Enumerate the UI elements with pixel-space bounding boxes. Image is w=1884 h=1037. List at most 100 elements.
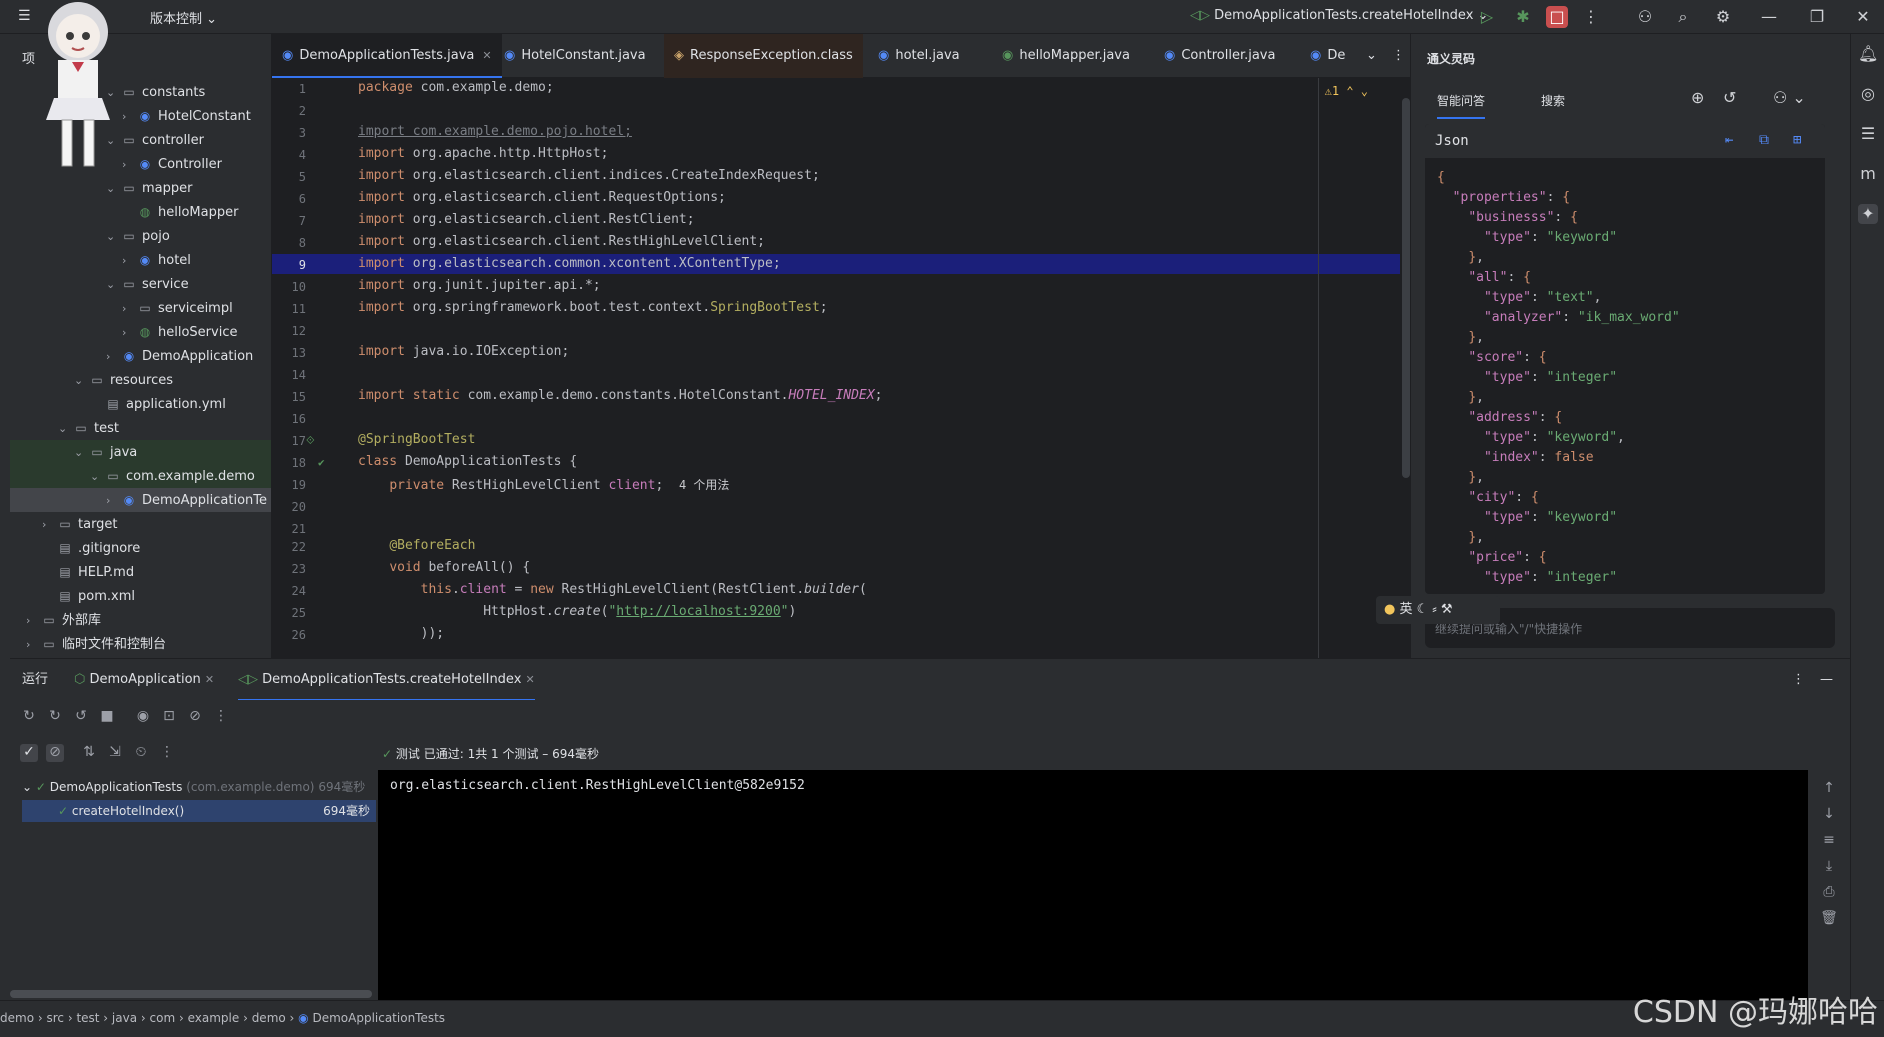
expand-arrow-icon[interactable]: › [106, 345, 120, 369]
tree-item[interactable]: › ▭ target [10, 512, 271, 537]
show-ignored-icon[interactable]: ⊘ [46, 744, 64, 762]
toggle-autotest-icon[interactable]: ↺ [72, 708, 90, 726]
tab-search[interactable]: 搜索 [1541, 92, 1565, 109]
stop-icon[interactable]: □ [1546, 6, 1568, 28]
tab-de[interactable]: ◉ De [1300, 34, 1355, 78]
tree-item[interactable]: ⌄ ▭ resources [10, 368, 271, 393]
breadcrumb-item[interactable]: java [112, 1011, 137, 1025]
new-chat-icon[interactable]: ⊕ [1691, 88, 1704, 107]
tab-demoapplicationtests[interactable]: ◉ DemoApplicationTests.java ✕ [272, 34, 502, 78]
add-user-icon[interactable]: ⚇ [1634, 6, 1656, 28]
run-tab-createhotelindex[interactable]: ◁▷ DemoApplicationTests.createHotelIndex… [238, 659, 535, 701]
tree-item[interactable]: › ◉ DemoApplication [10, 344, 271, 369]
tree-item[interactable]: › ▭ serviceimpl [10, 296, 271, 321]
debug-icon[interactable]: ✱ [1512, 6, 1534, 28]
collapse-icon[interactable]: ⇲ [106, 744, 124, 762]
scroll-to-end-icon[interactable]: ⤓ [1820, 858, 1838, 876]
expand-arrow-icon[interactable]: › [122, 297, 136, 321]
localhost-url[interactable]: http://localhost:9200 [616, 604, 780, 619]
run-config-selector[interactable]: ◁▷ DemoApplicationTests.createHotelIndex… [1190, 8, 1488, 23]
tree-item[interactable]: ▤ HELP.md [10, 560, 271, 584]
tree-item[interactable]: ▤ application.yml [10, 392, 271, 416]
print-icon[interactable]: ⎙ [1820, 884, 1838, 902]
usage-hint[interactable]: 4 个用法 [679, 478, 729, 492]
run-panel-minimize-icon[interactable]: — [1820, 659, 1833, 701]
editor-scrollbar[interactable] [1402, 98, 1410, 478]
tab-controller[interactable]: ◉ Controller.java [1154, 34, 1285, 78]
run-tab-demoapplication[interactable]: ⬡ DemoApplication ✕ [74, 659, 214, 701]
snapshot-icon[interactable]: ◉ [134, 708, 152, 726]
close-run-tab-icon[interactable]: ✕ [526, 673, 535, 686]
test-toolbar-more-icon[interactable]: ⋮ [158, 744, 176, 762]
expand-arrow-icon[interactable]: › [26, 633, 40, 657]
tree-item[interactable]: ⌄ ▭ pojo [10, 224, 271, 249]
copy-icon[interactable]: ⧉ [1759, 132, 1769, 148]
close-tab-icon[interactable]: ✕ [482, 49, 491, 62]
tree-item[interactable]: ⌄ ▭ java [10, 440, 271, 465]
breadcrumb-item[interactable]: test [76, 1011, 99, 1025]
minimize-icon[interactable]: — [1758, 6, 1780, 28]
run-icon[interactable]: ▷ [1476, 6, 1498, 28]
soft-wrap-icon[interactable]: ≡ [1820, 832, 1838, 850]
spring-bean-icon[interactable]: ⟐ [306, 434, 315, 448]
expand-arrow-icon[interactable]: › [106, 489, 120, 513]
console-output[interactable]: org.elasticsearch.client.RestHighLevelCl… [378, 770, 1808, 1000]
tree-item[interactable]: ⌄ ▭ com.example.demo [10, 464, 271, 489]
settings-icon[interactable]: ⚙ [1712, 6, 1734, 28]
tree-item[interactable]: ▤ .gitignore [10, 536, 271, 560]
tab-hotel[interactable]: ◉ hotel.java [868, 34, 970, 78]
rerun-icon[interactable]: ↻ [20, 708, 38, 726]
expand-arrow-icon[interactable]: ⌄ [58, 417, 72, 441]
breadcrumb-item[interactable]: demo [0, 1011, 34, 1025]
tree-item[interactable]: › ◍ helloService [10, 320, 271, 345]
search-icon[interactable]: ⌕ [1672, 6, 1694, 28]
tree-item[interactable]: ⌄ ▭ mapper [10, 176, 271, 200]
more-icon[interactable]: ⋮ [1580, 6, 1602, 28]
sort-icon[interactable]: ⇅ [80, 744, 98, 762]
import-icon[interactable]: ⊘ [186, 708, 204, 726]
vcs-menu[interactable]: 版本控制 ⌄ [150, 8, 217, 27]
expand-arrow-icon[interactable]: ⌄ [74, 441, 88, 465]
scroll-down-icon[interactable]: ↓ [1820, 806, 1838, 824]
expand-arrow-icon[interactable]: ⌄ [74, 369, 88, 393]
run-toolbar-more-icon[interactable]: ⋮ [212, 708, 230, 726]
breadcrumb-item[interactable]: com [150, 1011, 176, 1025]
scroll-up-icon[interactable]: ↑ [1820, 780, 1838, 798]
tree-item[interactable]: ▤ pom.xml [10, 584, 271, 608]
run-test-gutter-icon[interactable]: ✔ [318, 456, 325, 469]
user-icon[interactable]: ⚇ ⌄ [1773, 88, 1806, 107]
expand-arrow-icon[interactable]: ⌄ [106, 273, 120, 297]
expand-arrow-icon[interactable]: › [122, 249, 136, 273]
restore-icon[interactable]: ❐ [1806, 6, 1828, 28]
expand-arrow-icon[interactable]: ⌄ [90, 465, 104, 489]
breadcrumb-item[interactable]: src [46, 1011, 64, 1025]
insert-code-icon[interactable]: ⇤ [1725, 132, 1733, 148]
ime-toolbar[interactable]: ● 英 ☾ ⸗ ⚒ [1376, 596, 1500, 624]
show-passed-icon[interactable]: ✓ [20, 744, 38, 762]
expand-arrow-icon[interactable]: › [42, 513, 56, 537]
maven-icon[interactable]: m [1858, 164, 1878, 184]
new-file-icon[interactable]: ⊞ [1793, 132, 1801, 148]
code-editor[interactable]: 1 2 3 4 5 6 7 8 9 10 11 12 13 14 15 16 17 18 19 20 21 22 23 24 2… [272, 78, 1410, 658]
tree-item[interactable]: › ◉ hotel [10, 248, 271, 273]
test-child-row[interactable]: ✓ createHotelIndex() 694毫秒 [22, 800, 376, 822]
breadcrumb-item[interactable]: example [188, 1011, 240, 1025]
notifications-icon[interactable]: 🔔︎ [1858, 44, 1878, 64]
expand-arrow-icon[interactable]: › [122, 321, 136, 345]
tree-scrollbar[interactable] [10, 990, 372, 998]
tab-responseexception[interactable]: ◈ ResponseException.class [664, 34, 863, 78]
database-icon[interactable]: ☰ [1858, 124, 1878, 144]
expand-arrow-icon[interactable]: › [26, 609, 40, 633]
history-icon[interactable]: ⏲ [132, 744, 150, 762]
expand-arrow-icon[interactable]: ⌄ [106, 225, 120, 249]
tab-smart-qa[interactable]: 智能问答 [1437, 92, 1486, 119]
clear-icon[interactable]: 🗑︎ [1820, 910, 1838, 928]
close-window-icon[interactable]: ✕ [1852, 6, 1874, 28]
history-icon[interactable]: ↺ [1723, 88, 1736, 107]
tab-hotelconstant[interactable]: ◉ HotelConstant.java [494, 34, 656, 78]
breadcrumb-item[interactable]: demo [252, 1011, 286, 1025]
test-root-row[interactable]: ⌄ ✓ DemoApplicationTests (com.example.de… [22, 778, 365, 795]
run-panel-more-icon[interactable]: ⋮ [1792, 659, 1805, 701]
warning-indicator[interactable]: ⚠1 ⌃ ⌄ [1325, 84, 1368, 98]
tree-item[interactable]: › ◉ DemoApplicationTe [10, 488, 271, 513]
